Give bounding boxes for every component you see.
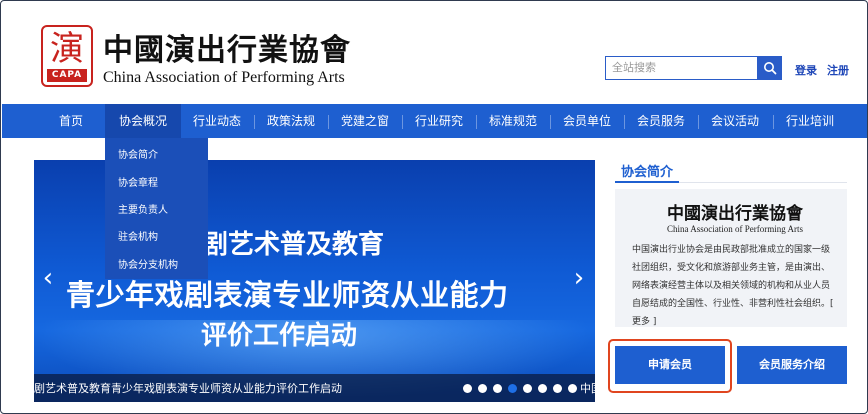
nav-separator bbox=[624, 115, 625, 129]
highlight-box bbox=[608, 339, 732, 393]
nav-separator bbox=[328, 115, 329, 129]
dropdown-item-leadership[interactable]: 主要负责人 bbox=[118, 201, 168, 216]
banner-headline-line1: 剧艺术普及教育 bbox=[202, 230, 385, 260]
sidebar-title-underline bbox=[615, 181, 679, 183]
carousel-dot[interactable] bbox=[568, 384, 577, 393]
nav-item-events[interactable]: 会议活动 bbox=[709, 104, 761, 138]
nav-separator bbox=[402, 115, 403, 129]
nav-separator bbox=[773, 115, 774, 129]
carousel-dot[interactable] bbox=[463, 384, 472, 393]
logo-english-name[interactable]: China Association of Performing Arts bbox=[103, 69, 345, 87]
nav-separator bbox=[476, 115, 477, 129]
nav-item-policies[interactable]: 政策法规 bbox=[265, 104, 317, 138]
logo-seal[interactable]: 演 CAPA bbox=[41, 25, 93, 87]
dropdown-item-intro[interactable]: 协会简介 bbox=[118, 146, 158, 161]
login-link[interactable]: 登录 bbox=[795, 62, 817, 78]
carousel-next-arrow-icon[interactable]: › bbox=[569, 263, 589, 293]
nav-item-standards[interactable]: 标准规范 bbox=[487, 104, 539, 138]
dropdown-item-resident-orgs[interactable]: 驻会机构 bbox=[118, 228, 158, 243]
about-description[interactable]: 中国演出行业协会是由民政部批准成立的国家一级社团组织，受文化和旅游部业务主管，是… bbox=[632, 241, 837, 331]
nav-item-home[interactable]: 首页 bbox=[53, 104, 89, 138]
dropdown-item-charter[interactable]: 协会章程 bbox=[118, 174, 158, 189]
search-icon bbox=[764, 62, 777, 75]
logo-seal-abbr: CAPA bbox=[47, 69, 87, 82]
dropdown-item-branches[interactable]: 协会分支机构 bbox=[118, 256, 178, 271]
carousel-dot-active[interactable] bbox=[508, 384, 517, 393]
carousel-dot[interactable] bbox=[478, 384, 487, 393]
member-services-button[interactable]: 会员服务介绍 bbox=[737, 346, 847, 384]
nav-separator bbox=[254, 115, 255, 129]
nav-item-member-services[interactable]: 会员服务 bbox=[635, 104, 687, 138]
carousel-dot[interactable] bbox=[553, 384, 562, 393]
nav-item-industry-news[interactable]: 行业动态 bbox=[191, 104, 243, 138]
card-logo-english: China Association of Performing Arts bbox=[667, 224, 803, 234]
search-button[interactable] bbox=[758, 56, 782, 80]
nav-item-training[interactable]: 行业培训 bbox=[784, 104, 836, 138]
nav-item-research[interactable]: 行业研究 bbox=[413, 104, 465, 138]
about-dropdown-menu: 协会简介 协会章程 主要负责人 驻会机构 协会分支机构 bbox=[105, 138, 208, 279]
sidebar-title[interactable]: 协会简介 bbox=[621, 161, 673, 180]
page-frame: 演 CAPA 中國演出行業協會 China Association of Per… bbox=[0, 0, 868, 414]
main-nav: 首页 协会概况 行业动态 政策法规 党建之窗 行业研究 标准规范 会员单位 会员… bbox=[2, 104, 867, 138]
logo-chinese-name[interactable]: 中國演出行業協會 bbox=[103, 25, 351, 69]
register-link[interactable]: 注册 bbox=[827, 62, 849, 78]
banner-caption[interactable]: 剧艺术普及教育青少年戏剧表演专业师资从业能力评价工作启动 bbox=[34, 380, 474, 396]
card-logo-chinese: 中國演出行業協會 bbox=[667, 204, 803, 224]
nav-item-about[interactable]: 协会概况 bbox=[105, 104, 181, 138]
carousel-dot[interactable] bbox=[538, 384, 547, 393]
nav-item-party-building[interactable]: 党建之窗 bbox=[339, 104, 391, 138]
nav-separator bbox=[550, 115, 551, 129]
nav-separator bbox=[698, 115, 699, 129]
nav-item-members[interactable]: 会员单位 bbox=[561, 104, 613, 138]
carousel-prev-arrow-icon[interactable]: ‹ bbox=[38, 263, 58, 293]
carousel-dot[interactable] bbox=[523, 384, 532, 393]
sidebar-divider bbox=[679, 182, 847, 183]
carousel-dot[interactable] bbox=[493, 384, 502, 393]
banner-headline-line3: 评价工作启动 bbox=[201, 321, 358, 351]
banner-caption-next: 中国 bbox=[580, 382, 595, 395]
search-input[interactable]: 全站搜索 bbox=[605, 56, 758, 80]
logo-seal-glyph: 演 bbox=[50, 29, 84, 69]
